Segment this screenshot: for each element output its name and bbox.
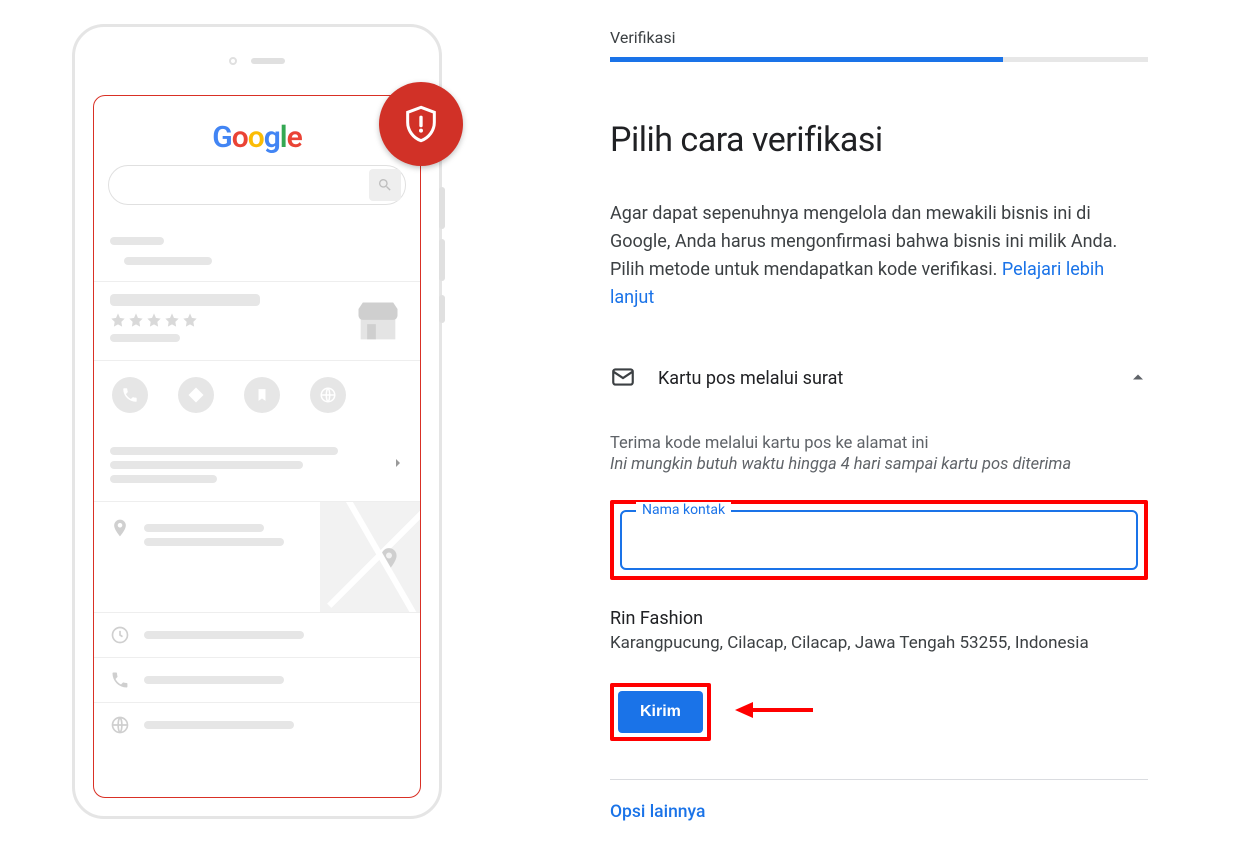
progress-bar [610,57,1148,62]
clock-icon [110,625,130,645]
location-pin-icon [110,518,130,542]
other-options-link[interactable]: Opsi lainnya [610,802,705,822]
verification-method-postcard[interactable]: Kartu pos melalui surat [610,360,1148,398]
chevron-right-icon [392,453,404,477]
postcard-eta: Ini mungkin butuh waktu hingga 4 hari sa… [610,455,1148,474]
step-label: Verifikasi [610,28,1148,47]
divider [610,779,1148,780]
send-button[interactable]: Kirim [618,691,703,733]
business-name: Rin Fashion [610,608,1148,629]
storefront-icon [352,296,404,348]
page-title: Pilih cara verifikasi [610,120,1148,160]
save-icon [244,377,280,413]
phone-illustration: Google [72,24,442,819]
contact-name-input[interactable] [622,512,1136,568]
directions-icon [178,377,214,413]
annotation-arrow-icon [735,698,815,726]
annotation-highlight-input: Nama kontak [610,500,1148,580]
contact-name-label: Nama kontak [636,502,731,518]
business-address: Karangpucung, Cilacap, Cilacap, Jawa Ten… [610,633,1148,653]
google-logo: Google [94,96,420,165]
call-icon [112,377,148,413]
phone-icon [110,670,130,690]
method-label: Kartu pos melalui surat [658,368,1106,389]
annotation-highlight-button: Kirim [610,683,711,741]
search-bar-placeholder [108,165,406,205]
globe-icon [110,715,130,735]
website-icon [310,377,346,413]
alert-shield-icon [379,82,463,166]
mail-icon [610,364,636,394]
chevron-up-icon [1128,367,1148,391]
map-thumbnail [320,502,420,612]
search-icon [369,169,401,201]
postcard-subtext: Terima kode melalui kartu pos ke alamat … [610,434,929,453]
